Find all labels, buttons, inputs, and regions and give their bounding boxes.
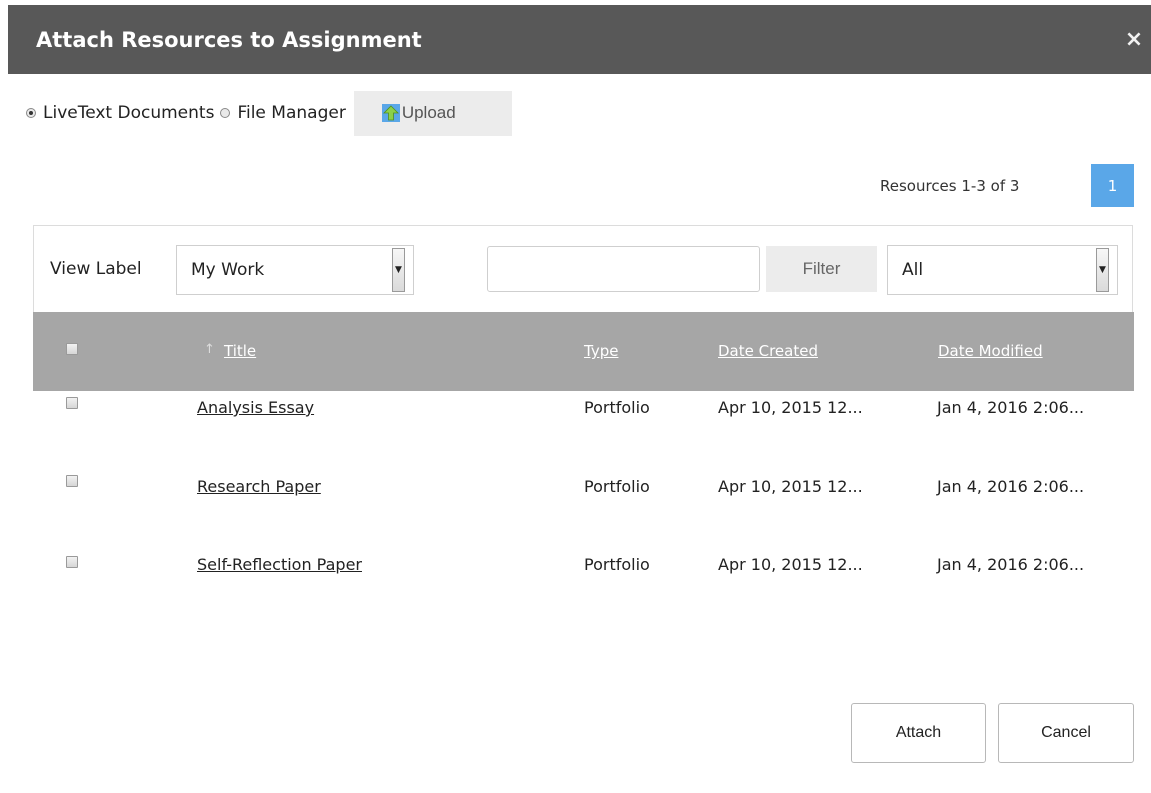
cancel-button[interactable]: Cancel [998, 703, 1134, 763]
select-all-checkbox[interactable] [66, 343, 78, 355]
attach-resources-dialog: Attach Resources to Assignment × LiveTex… [8, 5, 1151, 793]
filter-bar: View Label My Work ▼ Filter All ▼ [33, 225, 1133, 312]
view-label-select[interactable]: My Work ▼ [176, 245, 414, 295]
row-date-created: Apr 10, 2015 12... [718, 398, 863, 417]
row-date-created: Apr 10, 2015 12... [718, 555, 863, 574]
row-checkbox[interactable] [66, 397, 78, 409]
column-date-modified[interactable]: Date Modified [938, 342, 1043, 360]
column-title[interactable]: Title [224, 342, 256, 360]
sort-up-icon: ↑ [204, 342, 215, 357]
file-manager-label[interactable]: File Manager [237, 103, 345, 123]
close-icon[interactable]: × [1121, 27, 1147, 53]
livetext-documents-radio[interactable] [26, 108, 36, 118]
type-select[interactable]: All ▼ [887, 245, 1118, 295]
upload-label: Upload [401, 103, 456, 122]
source-selector: LiveText Documents File Manager Upload [26, 89, 512, 137]
row-title-link[interactable]: Analysis Essay [197, 398, 314, 417]
view-label-text: View Label [50, 259, 142, 279]
view-label-select-value: My Work [191, 260, 265, 280]
page-1-button[interactable]: 1 [1091, 164, 1134, 207]
row-title-link[interactable]: Research Paper [197, 477, 321, 496]
dialog-title: Attach Resources to Assignment [36, 28, 422, 52]
type-select-value: All [902, 260, 924, 280]
file-manager-radio[interactable] [220, 108, 231, 118]
resources-count: Resources 1-3 of 3 [880, 177, 1020, 195]
dialog-titlebar: Attach Resources to Assignment × [8, 5, 1151, 74]
chevron-down-icon[interactable]: ▼ [392, 248, 405, 292]
search-input[interactable] [487, 246, 760, 292]
column-type[interactable]: Type [584, 342, 618, 360]
row-type: Portfolio [584, 398, 650, 417]
filter-button[interactable]: Filter [766, 246, 877, 292]
row-date-modified: Jan 4, 2016 2:06... [937, 555, 1085, 574]
attach-button[interactable]: Attach [851, 703, 986, 763]
row-checkbox[interactable] [66, 556, 78, 568]
livetext-documents-label[interactable]: LiveText Documents [43, 103, 214, 123]
row-date-modified: Jan 4, 2016 2:06... [937, 398, 1085, 417]
row-date-created: Apr 10, 2015 12... [718, 477, 863, 496]
row-type: Portfolio [584, 555, 650, 574]
row-checkbox[interactable] [66, 475, 78, 487]
column-date-created[interactable]: Date Created [718, 342, 818, 360]
row-date-modified: Jan 4, 2016 2:06... [937, 477, 1085, 496]
row-type: Portfolio [584, 477, 650, 496]
upload-button[interactable]: Upload [353, 90, 512, 136]
row-title-link[interactable]: Self-Reflection Paper [197, 555, 362, 574]
chevron-down-icon[interactable]: ▼ [1096, 248, 1109, 292]
upload-arrow-icon [381, 104, 400, 122]
